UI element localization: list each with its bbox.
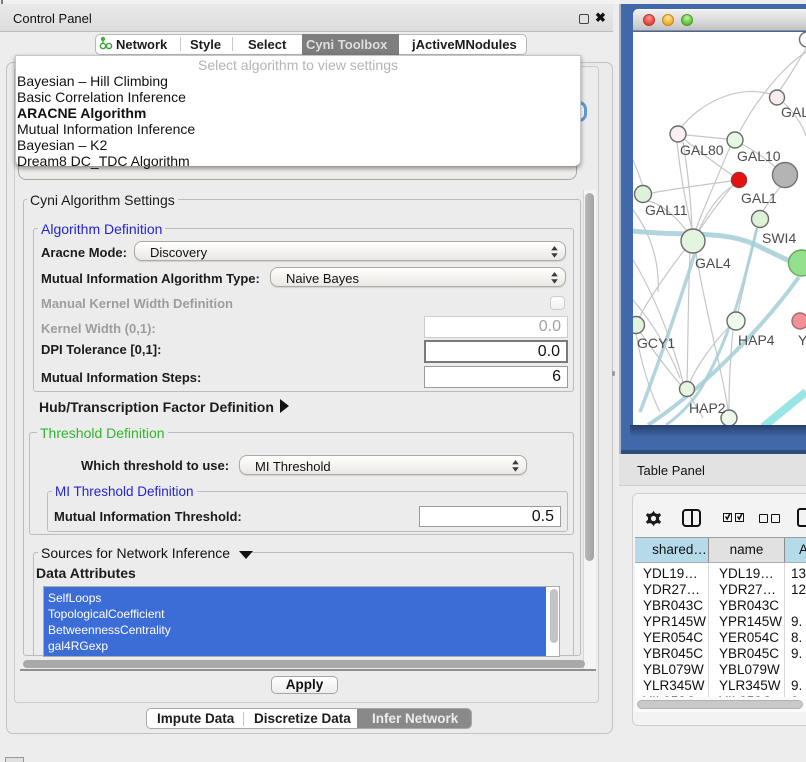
svg-text:YEL: YEL: [798, 332, 806, 348]
svg-text:GAL10: GAL10: [737, 148, 781, 164]
svg-text:HAP2: HAP2: [689, 400, 726, 416]
svg-text:GAL11: GAL11: [645, 202, 688, 218]
svg-text:GCY1: GCY1: [637, 335, 675, 351]
svg-text:HAP4: HAP4: [738, 332, 775, 348]
svg-text:SWI4: SWI4: [762, 230, 796, 246]
svg-text:GAL4: GAL4: [695, 255, 731, 271]
svg-text:GAL1: GAL1: [741, 190, 777, 206]
svg-text:GAL80: GAL80: [680, 142, 724, 158]
svg-text:GAL7: GAL7: [781, 104, 806, 120]
